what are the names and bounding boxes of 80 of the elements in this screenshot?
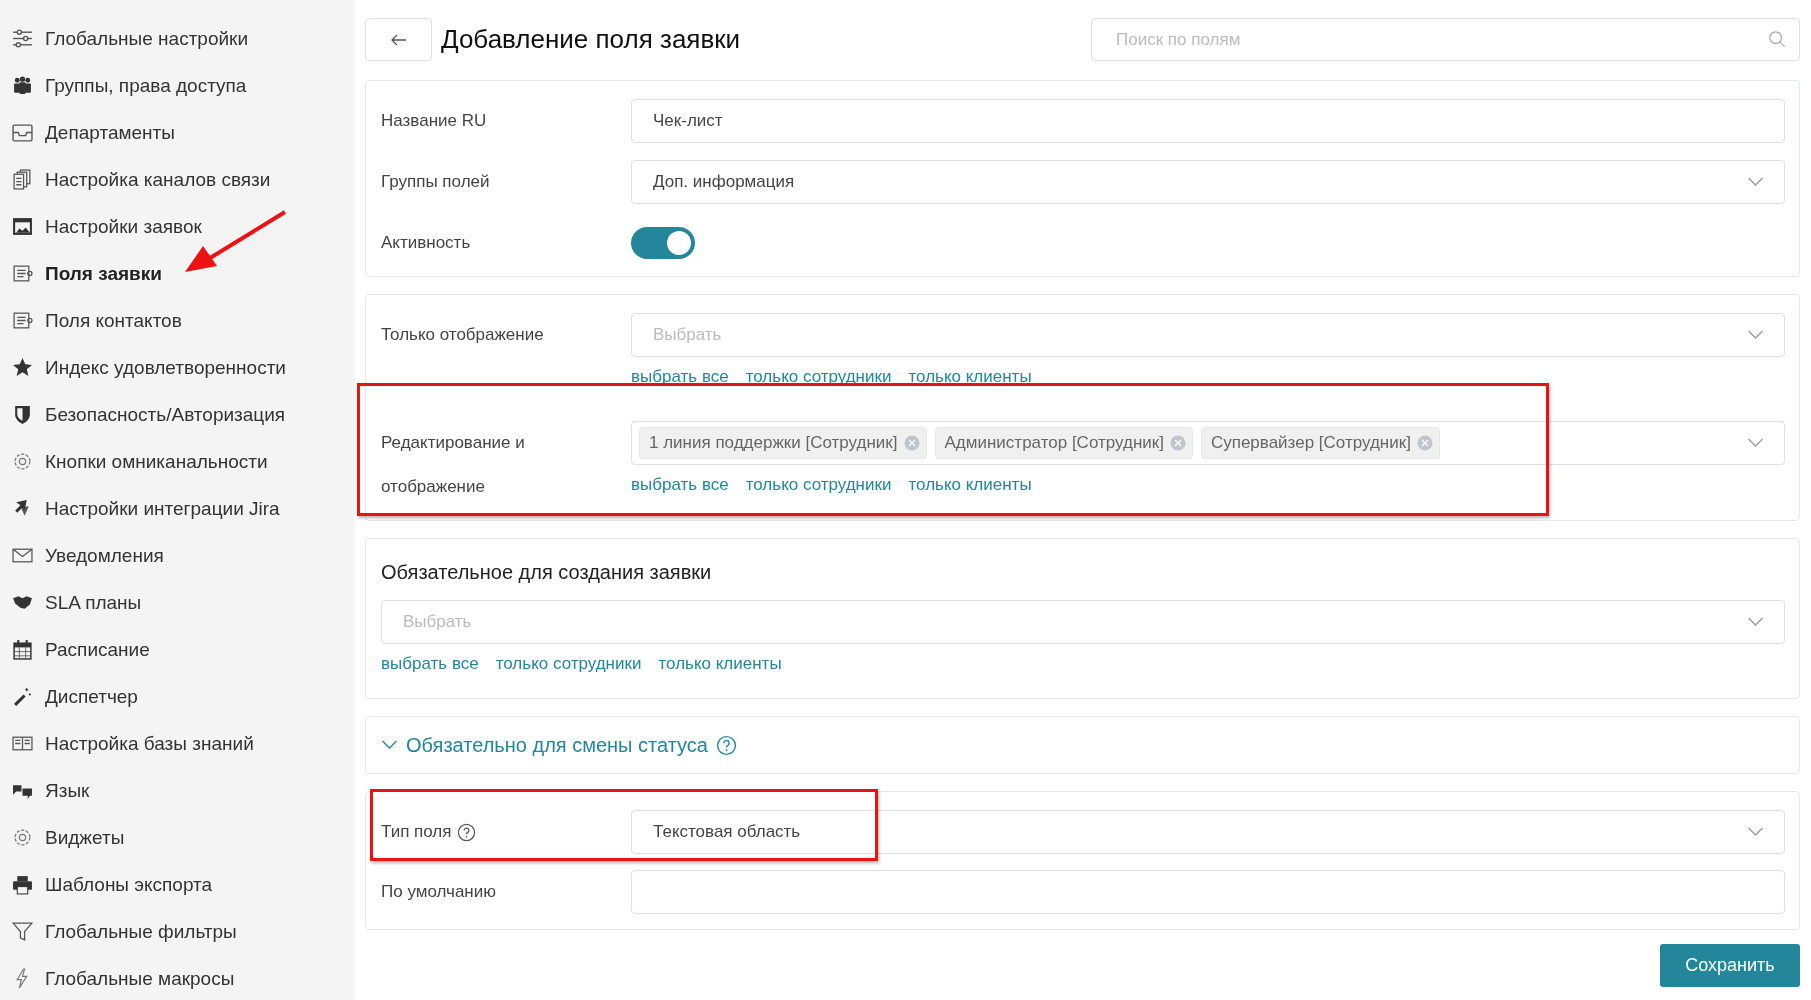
wand-icon	[12, 686, 33, 707]
sidebar-item[interactable]: Настройки заявок	[0, 203, 355, 250]
collapsible-header[interactable]: Обязательно для смены статуса	[365, 716, 1800, 774]
field-label: По умолчанию	[381, 881, 496, 903]
field-label: Активность	[381, 232, 472, 254]
sidebar-item[interactable]: SLA планы	[0, 579, 355, 626]
filter-link[interactable]: выбрать все	[381, 654, 479, 674]
filter-link[interactable]: выбрать все	[631, 367, 729, 387]
window-icon	[12, 216, 33, 237]
role-tag: Супервайзер [Сотрудник]	[1200, 427, 1440, 459]
funnel-icon	[12, 921, 33, 942]
sidebar-item[interactable]: Безопасность/Авторизация	[0, 391, 355, 438]
filter-link[interactable]: только клиенты	[908, 367, 1032, 387]
sidebar-item[interactable]: Глобальные настройки	[0, 15, 355, 62]
gear-icon	[12, 827, 33, 848]
remove-icon[interactable]	[1416, 435, 1433, 451]
sidebar-item[interactable]: Поля заявки	[0, 250, 355, 297]
printer-icon	[12, 874, 33, 895]
sidebar-item[interactable]: Настройки интеграции Jira	[0, 485, 355, 532]
sidebar-item[interactable]: Департаменты	[0, 109, 355, 156]
search-field[interactable]: Поиск по полям	[1091, 18, 1800, 61]
field-label: Только отображение	[381, 324, 545, 346]
people-icon	[12, 75, 33, 96]
help-icon	[715, 734, 737, 756]
field-label: Название RU	[381, 110, 488, 132]
document-icon	[12, 310, 33, 331]
sidebar-item[interactable]: Индекс удовлетворенности	[0, 344, 355, 391]
sidebar-item[interactable]: Группы, права доступа	[0, 62, 355, 109]
chevron-icon	[1747, 617, 1764, 627]
documents-icon	[12, 169, 33, 190]
filter-link[interactable]: только сотрудники	[745, 475, 892, 495]
sidebar-item[interactable]: Шаблоны экспорта	[0, 861, 355, 908]
sidebar-item[interactable]: Глобальные макросы	[0, 955, 355, 1000]
sidebar-item[interactable]: Глобальные фильтры	[0, 908, 355, 955]
filter-link[interactable]: только сотрудники	[745, 367, 892, 387]
filter-link[interactable]: выбрать все	[631, 475, 729, 495]
sidebar-item[interactable]: Кнопки омниканальности	[0, 438, 355, 485]
text-field[interactable]	[631, 870, 1785, 914]
inbox-icon	[12, 122, 33, 143]
filter-link[interactable]: только клиенты	[908, 475, 1032, 495]
sidebar-item[interactable]: Настройка базы знаний	[0, 720, 355, 767]
sidebar-item[interactable]: Поля контактов	[0, 297, 355, 344]
calendar-icon	[12, 639, 33, 660]
select-field[interactable]: Текстовая область	[631, 810, 1785, 854]
select-field[interactable]: Доп. информация	[631, 160, 1785, 204]
gear-icon	[12, 451, 33, 472]
filter-link[interactable]: только сотрудники	[495, 654, 642, 674]
chevron-icon	[1747, 438, 1764, 448]
star-icon	[12, 357, 33, 378]
chevron-icon	[1747, 177, 1764, 187]
remove-icon[interactable]	[903, 435, 920, 451]
text-field[interactable]: Чек-лист	[631, 99, 1785, 143]
sidebar-item[interactable]: Виджеты	[0, 814, 355, 861]
sidebar-item[interactable]: Язык	[0, 767, 355, 814]
shield-icon	[12, 404, 33, 425]
back-button[interactable]	[365, 18, 432, 61]
role-tag: Администратор [Сотрудник]	[934, 427, 1193, 459]
chevron-icon	[381, 740, 398, 750]
filter-link[interactable]: только клиенты	[658, 654, 782, 674]
page-title: Добавление поля заявки	[441, 24, 741, 55]
sidebar-item[interactable]: Настройка каналов связи	[0, 156, 355, 203]
help-icon	[457, 822, 477, 842]
role-tag: 1 линия поддержки [Сотрудник]	[639, 427, 927, 459]
chevron-icon	[1747, 827, 1764, 837]
sidebar-item[interactable]: Диспетчер	[0, 673, 355, 720]
document-icon	[12, 263, 33, 284]
remove-icon[interactable]	[1169, 435, 1186, 451]
save-button[interactable]: Сохранить	[1660, 944, 1800, 987]
toggle-switch[interactable]	[631, 227, 695, 259]
sidebar-item[interactable]: Уведомления	[0, 532, 355, 579]
field-label: Тип поля	[381, 821, 452, 843]
field-label: Редактирование и отображение	[381, 432, 526, 498]
back-arrow-icon	[390, 33, 407, 46]
search-icon	[1768, 30, 1786, 48]
sliders-icon	[12, 28, 33, 49]
section-title: Обязательное для создания заявки	[381, 561, 713, 584]
multiselect-field[interactable]: 1 линия поддержки [Сотрудник] Администратор [Сотрудник] Супервайзер [Сотрудник]	[631, 421, 1785, 465]
sidebar-item[interactable]: Расписание	[0, 626, 355, 673]
field-label: Группы полей	[381, 171, 491, 193]
chevron-icon	[1747, 330, 1764, 340]
